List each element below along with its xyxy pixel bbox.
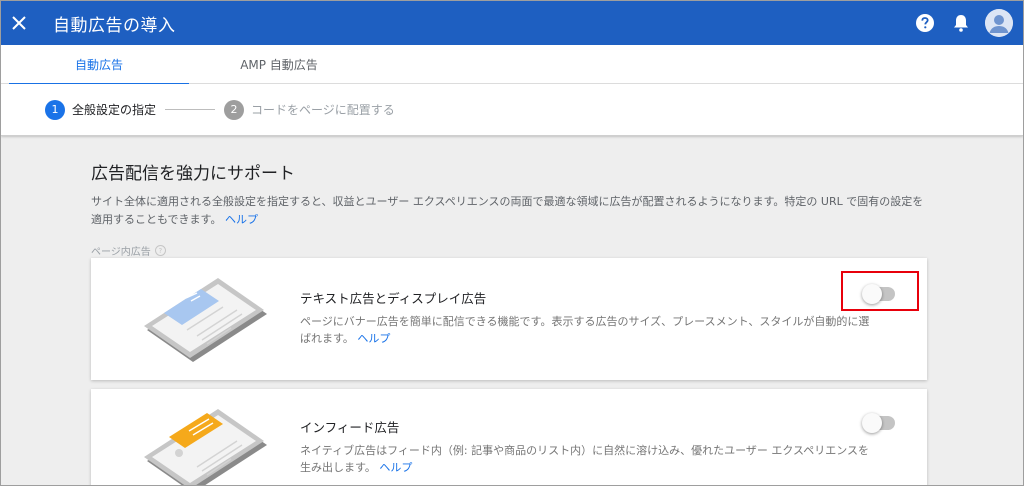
in-feed-ads-illustration: [139, 407, 269, 485]
tab-bar: 自動広告 AMP 自動広告: [1, 45, 1023, 85]
step-connector: [165, 109, 216, 110]
page-description: サイト全体に適用される全般設定を指定すると、収益とユーザー エクスペリエンスの両…: [91, 193, 931, 229]
description-text: サイト全体に適用される全般設定を指定すると、収益とユーザー エクスペリエンスの両…: [91, 195, 924, 226]
card-in-feed-ads: インフィード広告 ネイティブ広告はフィード内（例: 記事や商品のリスト内）に自然…: [91, 389, 927, 485]
card-description: ページにバナー広告を簡単に配信できる機能です。表示する広告のサイズ、プレースメン…: [300, 313, 880, 347]
step-2-label: コードをページに配置する: [251, 103, 395, 117]
card-help-link[interactable]: ヘルプ: [379, 461, 412, 474]
app-bar: 自動広告の導入: [1, 1, 1023, 45]
card-text-display-ads: テキスト広告とディスプレイ広告 ページにバナー広告を簡単に配信できる機能です。表…: [91, 258, 927, 380]
tab-amp-auto-ads[interactable]: AMP 自動広告: [189, 45, 369, 84]
card-title: インフィード広告: [300, 420, 400, 435]
window: 自動広告の導入 自動広告 AMP 自動広告 1 全般設定の指定 2 コードをペー…: [0, 0, 1024, 486]
close-button[interactable]: [3, 7, 35, 39]
card-description: ネイティブ広告はフィード内（例: 記事や商品のリスト内）に自然に溶け込み、優れた…: [300, 442, 880, 476]
page-heading: 広告配信を強力にサポート: [91, 164, 295, 184]
phone-banner-illustration-icon: [144, 278, 267, 362]
help-link[interactable]: ヘルプ: [225, 213, 258, 226]
appbar-actions: [913, 9, 1013, 37]
notifications-button[interactable]: [949, 11, 973, 35]
help-button[interactable]: [913, 11, 937, 35]
stepper: 1 全般設定の指定 2 コードをページに配置する: [1, 84, 1023, 136]
step-2-number: 2: [224, 99, 245, 120]
step-1-number: 1: [45, 99, 65, 120]
text-display-ads-illustration: [139, 276, 269, 370]
bell-icon: [954, 15, 968, 32]
toggle-knob: [862, 413, 882, 433]
section-help-icon[interactable]: ?: [154, 245, 166, 256]
phone-infeed-illustration-icon: [144, 409, 267, 485]
main-content: 広告配信を強力にサポート サイト全体に適用される全般設定を指定すると、収益とユー…: [91, 151, 931, 258]
card-title: テキスト広告とディスプレイ広告: [300, 291, 487, 306]
help-icon: [916, 14, 934, 32]
card-help-link[interactable]: ヘルプ: [357, 332, 390, 345]
close-icon: [12, 16, 26, 30]
avatar[interactable]: [985, 9, 1013, 37]
tab-auto-ads[interactable]: 自動広告: [9, 45, 189, 85]
account-icon: [985, 9, 1013, 37]
section-label: ページ内広告 ?: [91, 243, 931, 258]
section-label-text: ページ内広告: [91, 247, 151, 258]
highlight-box: [841, 271, 919, 311]
toggle-in-feed-ads[interactable]: [862, 413, 895, 433]
app-title: 自動広告の導入: [53, 15, 176, 36]
step-1-label: 全般設定の指定: [72, 103, 157, 117]
